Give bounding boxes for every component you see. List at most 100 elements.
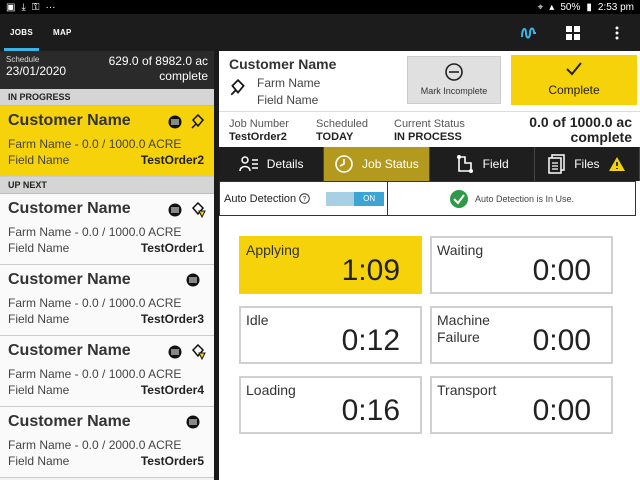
job-order: TestOrder3 xyxy=(140,312,204,326)
help-icon[interactable]: ? xyxy=(299,193,310,204)
signal-icon: ▴ xyxy=(549,1,555,13)
grid-view-icon[interactable] xyxy=(564,24,582,42)
status-label: Idle xyxy=(246,312,269,328)
status-time: 0:00 xyxy=(532,324,591,357)
tab-job-status[interactable]: Job Status xyxy=(324,147,430,181)
product-icon xyxy=(168,115,182,134)
job-card[interactable]: Customer Name Farm Name - 0.0 / 1000.0 A… xyxy=(0,194,214,265)
check-circle-icon xyxy=(449,189,468,208)
job-card[interactable]: Customer Name Farm Name - 0.0 / 1000.0 A… xyxy=(0,106,214,177)
product-icon xyxy=(186,415,200,434)
tab-files[interactable]: Files xyxy=(535,147,640,181)
job-farm: Farm Name - 0.0 / 1000.0 ACRE xyxy=(8,296,182,310)
mark-incomplete-button[interactable]: Mark Incomplete xyxy=(407,56,501,104)
job-customer: Customer Name xyxy=(8,413,131,430)
image-icon: ▣ xyxy=(6,1,16,13)
overflow-menu-icon[interactable] xyxy=(608,24,626,42)
details-icon xyxy=(239,156,258,172)
svg-text:?: ? xyxy=(303,196,307,203)
checkmark-icon xyxy=(566,62,582,76)
scheduled-label: Scheduled xyxy=(316,118,368,130)
field-pin-icon xyxy=(229,78,247,102)
product-icon xyxy=(168,345,182,364)
status-label: Loading xyxy=(246,382,296,398)
tab-details-label: Details xyxy=(266,157,304,171)
field-pin-icon xyxy=(190,113,206,135)
status-card-machine-failure[interactable]: Machine Failure 0:00 xyxy=(430,306,613,364)
complete-button[interactable]: Complete xyxy=(511,55,637,105)
complete-label: Complete xyxy=(548,83,600,97)
tab-map[interactable]: MAP xyxy=(43,14,82,51)
job-customer: Customer Name xyxy=(8,271,131,288)
schedule-acres: 629.0 of 8982.0 ac xyxy=(108,54,208,68)
jobs-sidebar: Schedule 23/01/2020 629.0 of 8982.0 ac c… xyxy=(0,51,214,480)
clock-icon xyxy=(335,155,353,173)
job-card[interactable]: Customer Name Farm Name - 0.0 / 2000.0 A… xyxy=(0,407,214,478)
product-icon xyxy=(168,203,182,222)
job-farm: Farm Name - 0.0 / 1000.0 ACRE xyxy=(8,367,182,381)
section-in-progress: IN PROGRESS xyxy=(0,89,214,106)
job-farm: Farm Name - 0.0 / 2000.0 ACRE xyxy=(8,438,182,452)
job-number-value: TestOrder2 xyxy=(229,131,287,143)
battery-icon: ▮ xyxy=(586,1,592,13)
job-order: TestOrder1 xyxy=(140,241,204,255)
tab-job-status-label: Job Status xyxy=(362,157,419,171)
product-icon xyxy=(186,273,200,292)
job-acres-status: complete xyxy=(570,129,632,145)
field-warning-icon xyxy=(190,343,206,365)
status-time: 0:16 xyxy=(341,394,400,427)
field-boundary-icon xyxy=(456,155,473,173)
status-card-idle[interactable]: Idle 0:12 xyxy=(239,306,422,364)
mark-incomplete-label: Mark Incomplete xyxy=(420,86,488,96)
status-card-waiting[interactable]: Waiting 0:00 xyxy=(430,236,613,294)
detail-tabs: Details Job Status Field Files xyxy=(219,147,640,181)
job-farm: Farm Name - 0.0 / 1000.0 ACRE xyxy=(8,137,182,151)
key-icon: ⚿ xyxy=(31,1,40,13)
status-label: Applying xyxy=(246,242,300,258)
schedule-status: complete xyxy=(159,69,208,83)
tab-files-label: Files xyxy=(574,157,600,171)
status-time: 1:09 xyxy=(341,254,400,287)
detail-farm: Farm Name xyxy=(257,76,321,90)
auto-detection-toggle[interactable]: ON xyxy=(326,191,385,206)
status-label: Transport xyxy=(437,382,497,398)
schedule-summary: Schedule 23/01/2020 629.0 of 8982.0 ac c… xyxy=(0,51,214,89)
warning-icon xyxy=(608,157,625,171)
status-card-loading[interactable]: Loading 0:16 xyxy=(239,376,422,434)
current-status-value: IN PROCESS xyxy=(394,131,462,143)
job-farm: Farm Name - 0.0 / 1000.0 ACRE xyxy=(8,225,182,239)
files-icon xyxy=(548,154,565,174)
status-label: Waiting xyxy=(437,242,484,258)
status-time: 0:00 xyxy=(532,394,591,427)
more-icon: ··· xyxy=(45,1,56,13)
detail-field: Field Name xyxy=(257,93,319,107)
tab-details[interactable]: Details xyxy=(219,147,325,181)
status-time: 0:00 xyxy=(532,254,591,287)
system-status-bar: ▣ ⤓ ⚿ ··· ⌖ ▴ 50% ▮ 2:53 pm xyxy=(0,0,640,14)
auto-detection-bar: Auto Detection ? ON Auto Detection is In… xyxy=(219,181,636,216)
job-meta: Job Number TestOrder2 Scheduled TODAY Cu… xyxy=(219,111,640,147)
tab-field[interactable]: Field xyxy=(430,147,535,181)
detail-customer: Customer Name xyxy=(229,56,337,72)
job-acres-total: 0.0 of 1000.0 ac xyxy=(529,114,632,130)
app-top-bar: JOBS MAP xyxy=(0,14,640,51)
job-order: TestOrder4 xyxy=(140,383,204,397)
battery-level: 50% xyxy=(560,1,581,13)
status-card-transport[interactable]: Transport 0:00 xyxy=(430,376,613,434)
current-status-label: Current Status xyxy=(394,118,465,130)
route-icon[interactable] xyxy=(520,24,538,42)
minus-circle-icon xyxy=(445,63,463,81)
job-detail-panel: Customer Name Farm Name Field Name Mark … xyxy=(219,51,640,480)
auto-detection-label: Auto Detection xyxy=(224,192,297,205)
section-up-next: UP NEXT xyxy=(0,177,214,194)
job-card[interactable]: Customer Name Farm Name - 0.0 / 1000.0 A… xyxy=(0,336,214,407)
clock: 2:53 pm xyxy=(597,1,634,13)
toggle-on-label: ON xyxy=(354,191,385,206)
auto-detection-message: Auto Detection is In Use. xyxy=(474,193,575,204)
tab-jobs[interactable]: JOBS xyxy=(0,14,43,51)
field-warning-icon xyxy=(190,201,206,223)
location-icon: ⌖ xyxy=(537,1,544,13)
job-card[interactable]: Customer Name Farm Name - 0.0 / 1000.0 A… xyxy=(0,265,214,336)
status-card-applying[interactable]: Applying 1:09 xyxy=(239,236,422,294)
scheduled-value: TODAY xyxy=(316,131,354,143)
